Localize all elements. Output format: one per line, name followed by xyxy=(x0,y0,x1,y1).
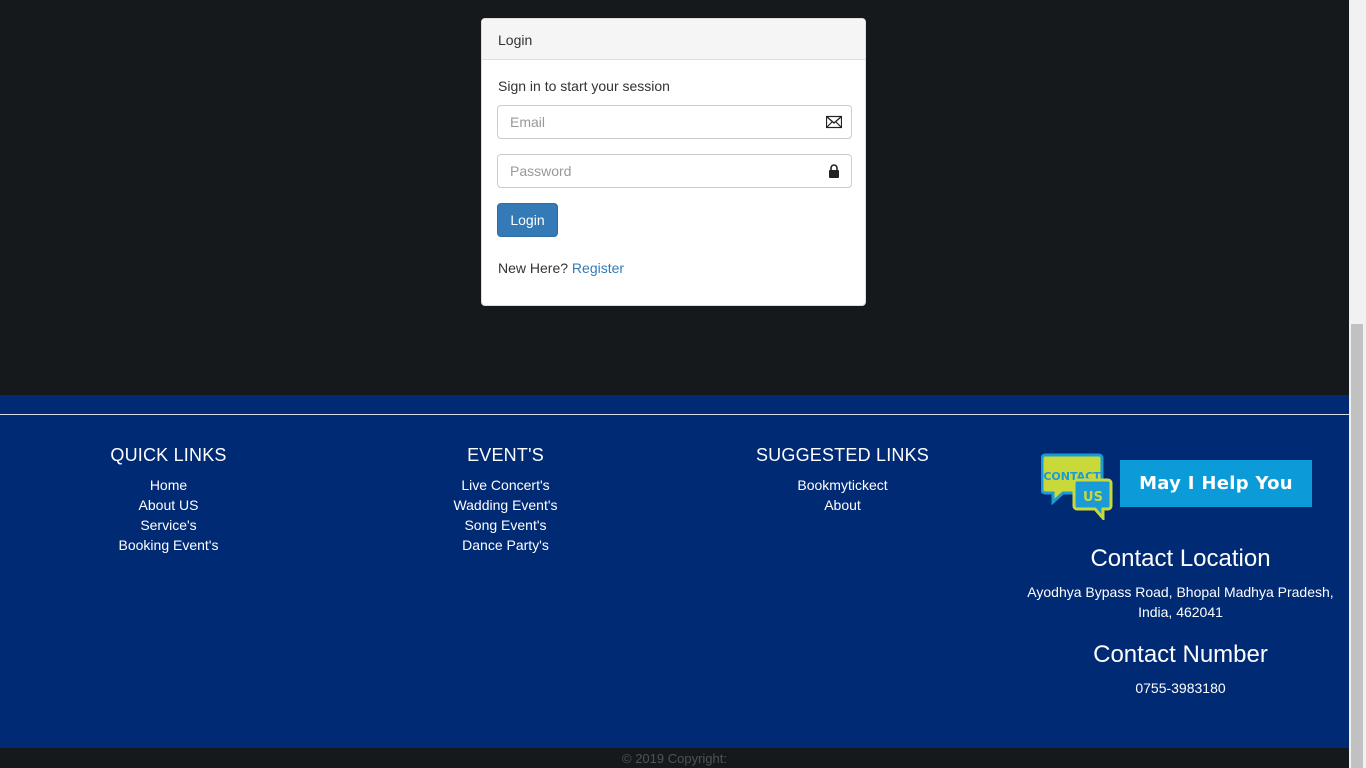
quick-link-about[interactable]: About US xyxy=(0,495,337,515)
footer-divider xyxy=(0,414,1349,415)
phone-number: 0755-3983180 xyxy=(1135,680,1226,696)
login-subtitle: Sign in to start your session xyxy=(498,78,670,94)
suggested-links-column: SUGGESTED LINKS Bookmytickect About xyxy=(674,445,1011,515)
suggested-link-bookmyticket[interactable]: Bookmytickect xyxy=(674,475,1011,495)
email-input[interactable] xyxy=(498,106,822,138)
new-here-text: New Here? Register xyxy=(498,260,624,276)
password-field xyxy=(497,154,852,188)
suggested-link-about[interactable]: About xyxy=(674,495,1011,515)
vertical-scrollbar[interactable] xyxy=(1349,0,1366,768)
login-panel: Login Sign in to start your session Logi… xyxy=(481,18,866,306)
envelope-icon xyxy=(826,115,842,129)
page: Login Sign in to start your session Logi… xyxy=(0,0,1349,768)
suggested-links-heading: SUGGESTED LINKS xyxy=(755,445,930,465)
lock-icon xyxy=(829,164,839,178)
footer: QUICK LINKS Home About US Service's Book… xyxy=(0,395,1349,748)
quick-link-booking[interactable]: Booking Event's xyxy=(0,535,337,555)
quick-links-heading: QUICK LINKS xyxy=(110,445,227,465)
event-link-dance-party[interactable]: Dance Party's xyxy=(337,535,674,555)
address-line-2: India, 462041 xyxy=(1138,604,1223,620)
help-button[interactable]: May I Help You xyxy=(1120,460,1312,507)
contact-address: Ayodhya Bypass Road, Bhopal Madhya Prade… xyxy=(1012,582,1349,622)
contact-location-block: Contact Location xyxy=(1012,545,1349,573)
copyright-bar: © 2019 Copyright: xyxy=(0,748,1349,768)
contact-location-heading: Contact Location xyxy=(1090,545,1271,572)
quick-link-services[interactable]: Service's xyxy=(0,515,337,535)
events-column: EVENT'S Live Concert's Wadding Event's S… xyxy=(337,445,674,555)
event-link-wedding[interactable]: Wadding Event's xyxy=(337,495,674,515)
contact-logo-line2: US xyxy=(1083,490,1103,505)
contact-number-block: Contact Number xyxy=(1012,641,1349,669)
address-line-1: Ayodhya Bypass Road, Bhopal Madhya Prade… xyxy=(1027,584,1334,600)
contact-number: 0755-3983180 xyxy=(1012,678,1349,698)
new-here-label: New Here? xyxy=(498,260,569,276)
event-link-live-concert[interactable]: Live Concert's xyxy=(337,475,674,495)
quick-links-column: QUICK LINKS Home About US Service's Book… xyxy=(0,445,337,555)
quick-link-home[interactable]: Home xyxy=(0,475,337,495)
scrollbar-thumb[interactable] xyxy=(1351,324,1363,768)
register-link[interactable]: Register xyxy=(572,260,624,276)
contact-number-heading: Contact Number xyxy=(1093,641,1268,668)
email-field xyxy=(497,105,852,139)
login-panel-title: Login xyxy=(482,19,865,60)
contact-us-icon: CONTACT US xyxy=(1041,453,1113,520)
copyright-text: © 2019 Copyright: xyxy=(622,751,727,766)
login-button[interactable]: Login xyxy=(497,203,558,237)
password-input[interactable] xyxy=(498,155,822,187)
event-link-song[interactable]: Song Event's xyxy=(337,515,674,535)
events-heading: EVENT'S xyxy=(467,445,544,465)
